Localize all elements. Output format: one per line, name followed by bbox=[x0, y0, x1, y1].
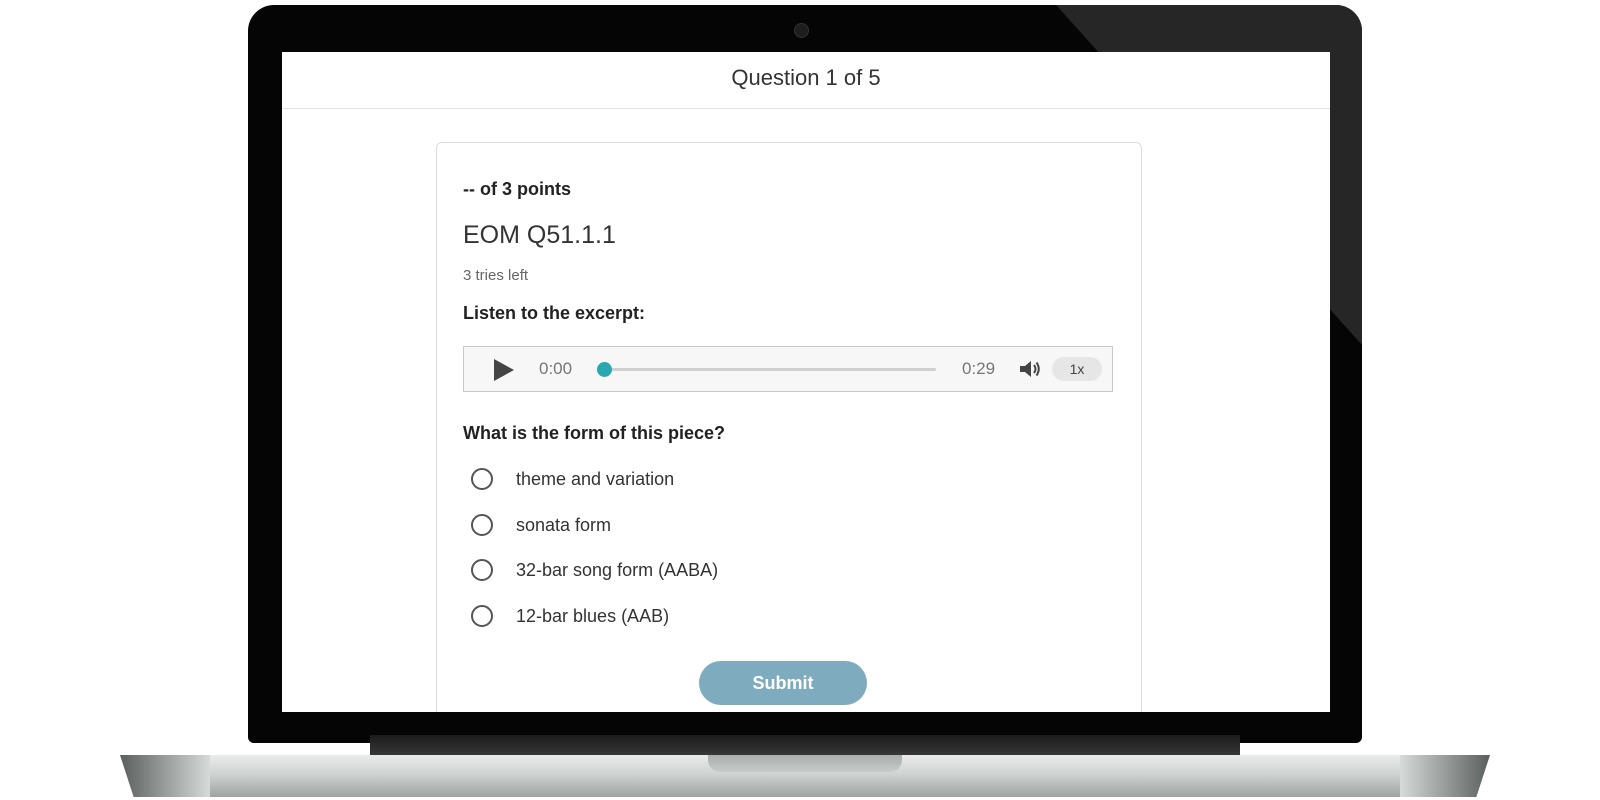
question-card: -- of 3 points EOM Q51.1.1 3 tries left … bbox=[436, 142, 1142, 712]
camera-icon bbox=[794, 23, 809, 38]
base-edge-left bbox=[120, 755, 210, 797]
question-prompt: What is the form of this piece? bbox=[463, 423, 726, 443]
option-32-bar-song-form[interactable]: 32-bar song form (AABA) bbox=[471, 556, 718, 584]
playback-speed-button[interactable]: 1x bbox=[1052, 357, 1102, 381]
duration: 0:29 bbox=[962, 359, 996, 378]
laptop-notch bbox=[708, 755, 902, 772]
question-title: EOM Q51.1.1 bbox=[463, 221, 616, 249]
volume-icon[interactable] bbox=[1018, 358, 1042, 380]
laptop-screen: Question 1 of 5 -- of 3 points EOM Q51.1… bbox=[282, 52, 1330, 712]
seek-track[interactable] bbox=[604, 368, 936, 371]
listen-instruction: Listen to the excerpt: bbox=[463, 303, 646, 323]
seek-thumb[interactable] bbox=[597, 362, 612, 377]
base-edge-right bbox=[1400, 755, 1490, 797]
option-label: 32-bar song form (AABA) bbox=[516, 559, 719, 580]
question-counter: Question 1 of 5 bbox=[731, 65, 881, 90]
radio-button[interactable] bbox=[471, 468, 493, 490]
option-label: theme and variation bbox=[516, 468, 675, 489]
option-label: sonata form bbox=[516, 514, 612, 535]
option-label: 12-bar blues (AAB) bbox=[516, 605, 670, 626]
radio-button[interactable] bbox=[471, 559, 493, 581]
submit-button[interactable]: Submit bbox=[699, 661, 867, 705]
option-sonata-form[interactable]: sonata form bbox=[471, 511, 611, 539]
laptop-hinge bbox=[370, 735, 1240, 757]
points-label: -- of 3 points bbox=[463, 179, 571, 199]
play-icon[interactable] bbox=[494, 359, 514, 381]
radio-button[interactable] bbox=[471, 514, 493, 536]
quiz-header: Question 1 of 5 bbox=[282, 52, 1330, 109]
option-theme-and-variation[interactable]: theme and variation bbox=[471, 465, 674, 493]
option-12-bar-blues[interactable]: 12-bar blues (AAB) bbox=[471, 602, 669, 630]
current-time: 0:00 bbox=[539, 359, 573, 378]
audio-player: 0:00 0:29 1x bbox=[463, 346, 1113, 392]
radio-button[interactable] bbox=[471, 605, 493, 627]
tries-left: 3 tries left bbox=[463, 267, 529, 284]
